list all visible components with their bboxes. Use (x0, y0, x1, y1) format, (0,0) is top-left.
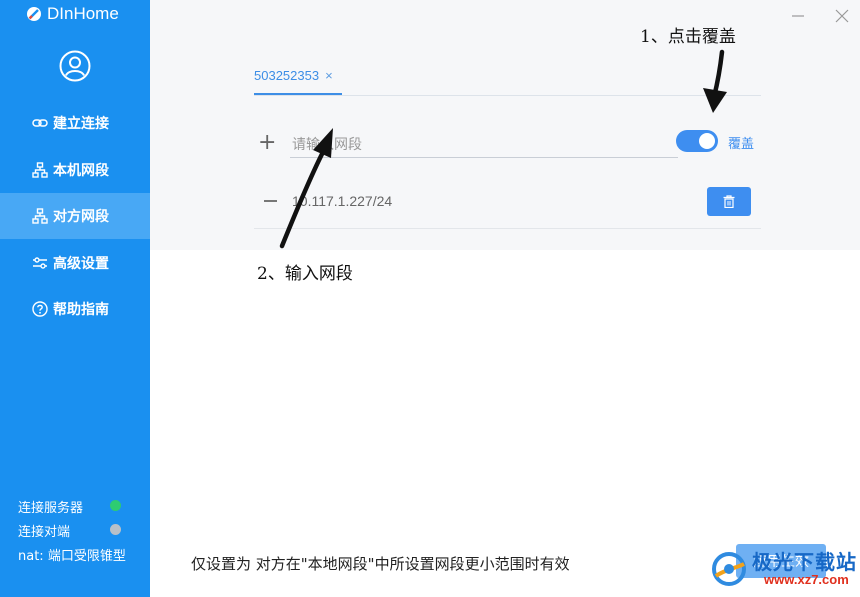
sidebar-item-connect[interactable]: 建立连接 (0, 100, 150, 146)
sidebar-item-advanced[interactable]: 高级设置 (0, 240, 150, 286)
network-icon (32, 208, 48, 224)
sidebar-item-local-segment[interactable]: 本机网段 (0, 147, 150, 193)
sliders-icon (33, 257, 47, 269)
annotation-step2: 2、输入网段 (257, 264, 353, 284)
sidebar-item-label: 本机网段 (53, 163, 109, 179)
close-icon[interactable] (834, 8, 850, 24)
segment-row-divider (254, 228, 761, 229)
remove-segment-icon[interactable] (264, 200, 277, 202)
peer-tab-label: 503252353 (254, 68, 320, 83)
link-icon (32, 119, 48, 127)
tab-divider (254, 95, 761, 96)
tab-close-icon[interactable]: × (325, 68, 333, 83)
nat-type-label: nat: 端口受限锥型 (18, 549, 126, 564)
sidebar-item-label: 建立连接 (53, 116, 109, 132)
help-icon (32, 301, 48, 317)
override-toggle[interactable] (676, 130, 718, 152)
segment-panel (150, 0, 860, 250)
app-logo-icon (27, 7, 41, 21)
server-status-label: 连接服务器 (18, 501, 84, 516)
sidebar-item-help[interactable]: 帮助指南 (0, 286, 150, 332)
segment-value: 10.117.1.227/24 (292, 193, 393, 209)
toggle-knob (699, 133, 715, 149)
sidebar-item-label: 帮助指南 (53, 302, 109, 318)
user-avatar-icon[interactable] (59, 50, 91, 82)
annotation-step1: 1、点击覆盖 (640, 27, 736, 47)
override-label: 覆盖 (728, 137, 755, 152)
watermark-title: 极光下载站 (752, 550, 857, 574)
sidebar-item-label: 高级设置 (53, 256, 109, 272)
sidebar-item-label: 对方网段 (53, 209, 109, 225)
watermark: 极光下载站 www.xz7.com (700, 540, 860, 597)
add-segment-icon[interactable]: + (258, 132, 276, 154)
peer-status-dot (110, 524, 121, 535)
network-icon (32, 162, 48, 178)
note-text: 仅设置为 对方在"本地网段"中所设置网段更小范围时有效 (191, 555, 570, 573)
app-brand: DInHome (26, 4, 119, 24)
watermark-logo-icon (712, 552, 746, 586)
segment-input[interactable] (290, 131, 678, 158)
watermark-url: www.xz7.com (764, 572, 849, 587)
trash-icon (723, 195, 735, 208)
minimize-icon[interactable] (790, 8, 806, 24)
sidebar-item-peer-segment[interactable]: 对方网段 (0, 193, 150, 239)
sidebar: DInHome 建立连接 本机网段 对方网段 高级设置 帮助指南 连接服务器 连… (0, 0, 150, 597)
peer-tab[interactable]: 503252353 × (254, 68, 333, 83)
delete-segment-button[interactable] (707, 187, 751, 216)
app-title: DInHome (47, 4, 119, 23)
server-status-dot (110, 500, 121, 511)
peer-status-label: 连接对端 (18, 525, 71, 540)
